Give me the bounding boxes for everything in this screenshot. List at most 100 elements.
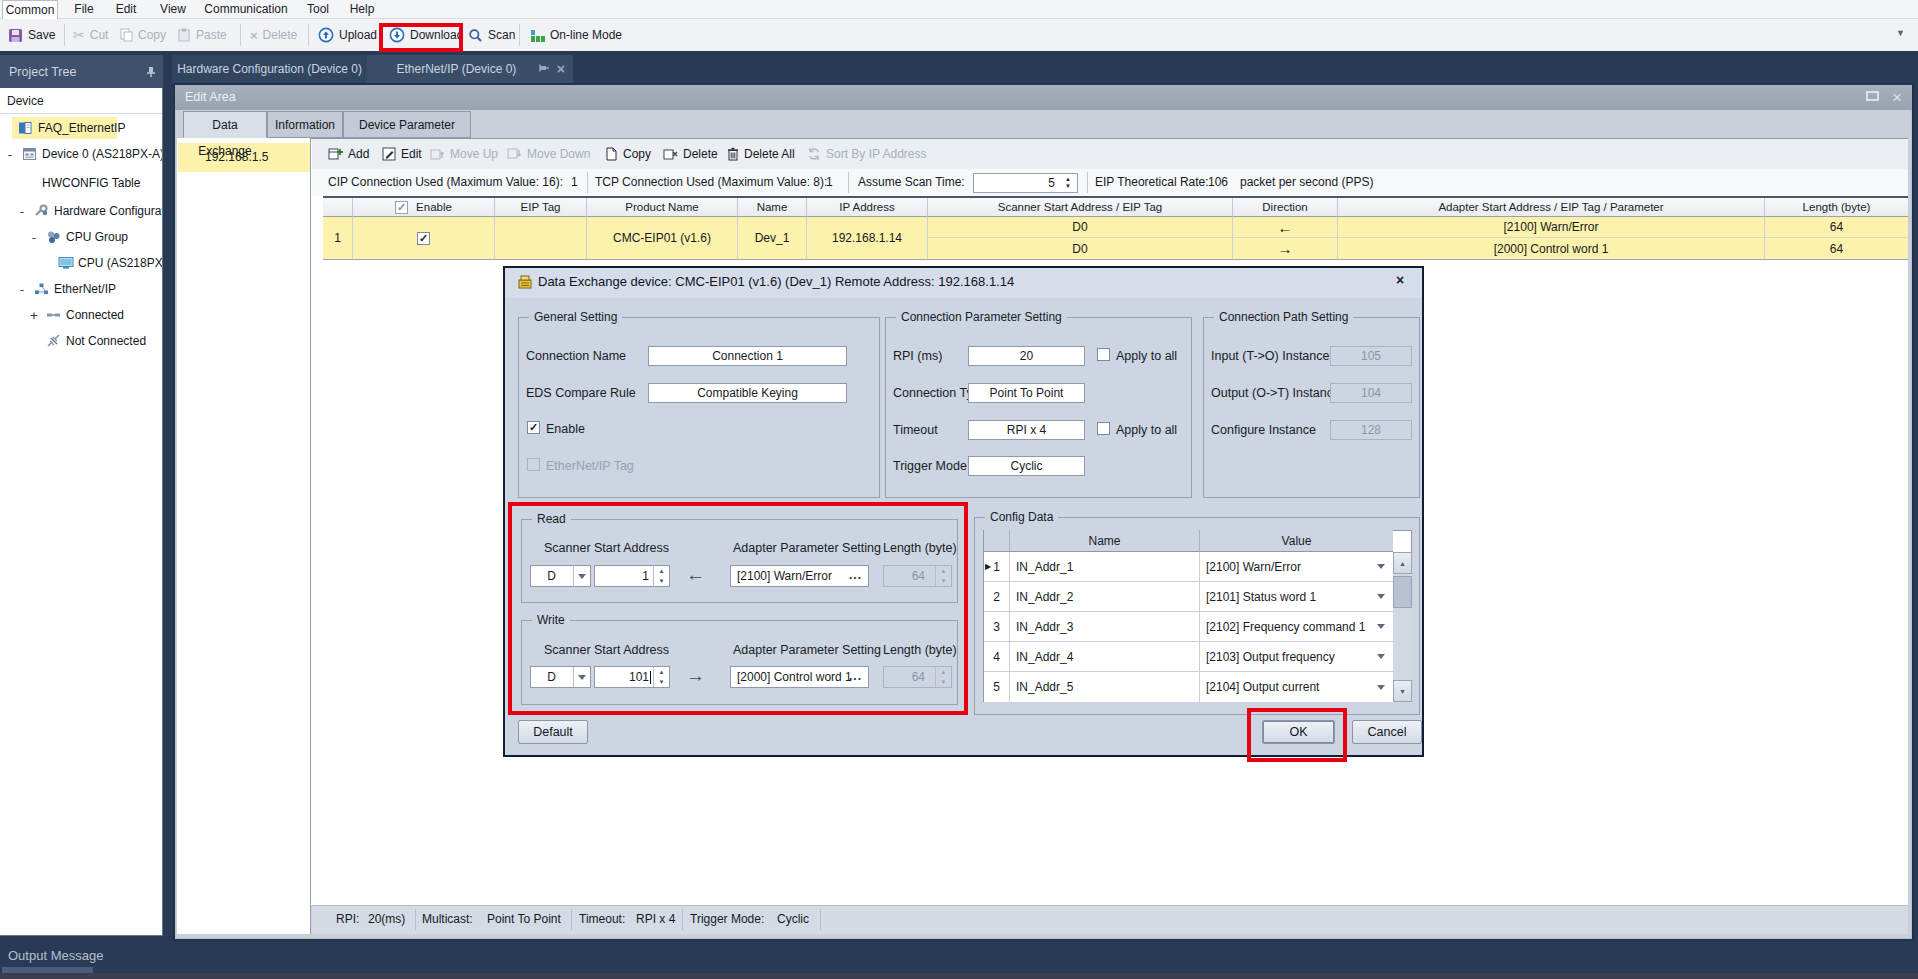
tab-ethernet-ip[interactable]: EtherNet/IP (Device 0) ×	[367, 55, 573, 83]
tree-item-hardware-configuration[interactable]: - Hardware Configuration	[0, 198, 162, 224]
online-mode-button[interactable]: On-line Mode	[530, 19, 622, 51]
menu-common[interactable]: Common	[2, 0, 58, 19]
menu-edit[interactable]: Edit	[108, 0, 144, 19]
scroll-up-icon[interactable]: ▲	[1393, 552, 1412, 574]
tree-item-cpu-group[interactable]: - CPU Group	[0, 224, 162, 250]
tree-item-hwconfig-table[interactable]: HWCONFIG Table	[0, 170, 162, 196]
dropdown-icon[interactable]	[1377, 594, 1385, 599]
default-button[interactable]: Default	[518, 720, 588, 744]
cancel-button[interactable]: Cancel	[1352, 720, 1422, 744]
tree-root-device[interactable]: Device	[0, 88, 162, 114]
pin-icon[interactable]	[146, 66, 157, 78]
wrench-icon	[34, 204, 49, 218]
collapse-icon[interactable]: -	[6, 147, 14, 162]
scroll-thumb[interactable]	[1393, 576, 1412, 608]
tree-item-faq-ethernetip[interactable]: FAQ_EthernetIP	[0, 115, 162, 141]
menu-communication[interactable]: Communication	[202, 0, 290, 19]
length-read-cell: 64	[1765, 217, 1908, 238]
close-icon[interactable]: ×	[1892, 85, 1902, 110]
row-marker-icon: ▶	[985, 562, 991, 571]
header-checkbox[interactable]: ✓	[395, 201, 408, 214]
menu-view[interactable]: View	[152, 0, 194, 19]
cut-button[interactable]: ✂ Cut	[73, 19, 108, 51]
tab-data-exchange[interactable]: Data Exchange	[183, 111, 267, 138]
config-value-cell[interactable]: [2104] Output current	[1200, 672, 1393, 702]
close-tab-icon[interactable]: ×	[557, 61, 565, 77]
output-message-label[interactable]: Output Message	[8, 948, 103, 963]
config-value-cell[interactable]: [2102] Frequency command 1	[1200, 612, 1393, 642]
paste-button[interactable]: Paste	[177, 19, 227, 51]
upload-button[interactable]: Upload	[318, 19, 377, 51]
timeout-label: Timeout	[893, 423, 938, 437]
rpi-apply-to-all-checkbox[interactable]	[1097, 348, 1110, 361]
assume-scan-time-input[interactable]: 5 ▲▼	[973, 173, 1078, 193]
config-name-cell[interactable]: IN_Addr_3	[1010, 612, 1200, 642]
trigger-mode-input[interactable]: Cyclic	[968, 456, 1085, 476]
delete-button[interactable]: × Delete	[250, 19, 297, 51]
tree-item-not-connected[interactable]: Not Connected	[0, 328, 162, 354]
ribbon-collapse-icon[interactable]: ▼	[1896, 28, 1905, 38]
tab-device-parameter[interactable]: Device Parameter	[343, 111, 471, 138]
project-tree-panel: Device FAQ_EthernetIP - Device 0 (AS218P…	[0, 88, 163, 936]
dropdown-icon[interactable]	[1377, 564, 1385, 569]
copy-row-button[interactable]: Copy	[605, 139, 651, 169]
pin-icon[interactable]	[538, 63, 550, 75]
separator	[848, 172, 849, 193]
move-up-button[interactable]: Move Up	[430, 139, 498, 169]
collapse-icon[interactable]: -	[18, 204, 26, 219]
ethernet-ip-tag-checkbox[interactable]	[527, 458, 540, 471]
dropdown-icon[interactable]	[1377, 685, 1385, 690]
right-arrow-icon: →	[1278, 240, 1293, 257]
config-name-cell[interactable]: IN_Addr_4	[1010, 642, 1200, 672]
config-header-rownum	[984, 530, 1010, 552]
tree-item-ethernet-ip[interactable]: - EtherNet/IP	[0, 276, 162, 302]
menu-tool[interactable]: Tool	[298, 0, 338, 19]
annotation-ok	[1247, 708, 1347, 762]
edit-button[interactable]: Edit	[382, 139, 422, 169]
status-timeout-label: Timeout:	[579, 905, 625, 934]
config-value-cell[interactable]: [2100] Warn/Error	[1200, 552, 1393, 582]
delete-all-button[interactable]: Delete All	[727, 139, 795, 169]
dialog-close-icon[interactable]: ×	[1396, 272, 1404, 288]
config-rownum: 2	[984, 582, 1010, 612]
move-down-button[interactable]: Move Down	[507, 139, 590, 169]
config-value-cell[interactable]: [2103] Output frequency	[1200, 642, 1393, 672]
config-value-cell[interactable]: [2101] Status word 1	[1200, 582, 1393, 612]
rpi-input[interactable]: 20	[968, 346, 1085, 366]
connection-name-input[interactable]: Connection 1	[648, 346, 847, 366]
collapse-icon[interactable]: -	[18, 282, 26, 297]
tab-information[interactable]: Information	[267, 111, 343, 138]
eds-compare-rule-input[interactable]: Compatible Keying	[648, 383, 847, 403]
dropdown-icon[interactable]	[1377, 624, 1385, 629]
enable-checkbox[interactable]: ✓	[527, 421, 540, 434]
tree-item-cpu[interactable]: CPU (AS218PX	[0, 250, 162, 276]
tab-hardware-configuration[interactable]: Hardware Configuration (Device 0)	[172, 55, 367, 83]
save-button[interactable]: Save	[8, 19, 55, 51]
restore-icon[interactable]	[1866, 91, 1879, 101]
timeout-apply-to-all-label: Apply to all	[1116, 423, 1177, 437]
spinner-icon[interactable]: ▲▼	[1061, 175, 1075, 191]
connection-type-input[interactable]: Point To Point	[968, 383, 1085, 403]
cut-icon: ✂	[73, 27, 85, 43]
expand-icon[interactable]: +	[30, 308, 38, 323]
menu-file[interactable]: File	[66, 0, 102, 19]
collapse-icon[interactable]: -	[30, 230, 38, 245]
eip-rate-value: 106	[1208, 169, 1228, 196]
scroll-down-icon[interactable]: ▼	[1393, 680, 1412, 702]
timeout-apply-to-all-checkbox[interactable]	[1097, 422, 1110, 435]
tree-item-device0[interactable]: - Device 0 (AS218PX-A)	[0, 141, 162, 167]
menu-help[interactable]: Help	[342, 0, 382, 19]
copy-button[interactable]: Copy	[119, 19, 166, 51]
enable-cell[interactable]: ✓	[353, 217, 495, 259]
config-name-cell[interactable]: IN_Addr_5	[1010, 672, 1200, 702]
upload-icon	[318, 27, 334, 43]
timeout-input[interactable]: RPI x 4	[968, 420, 1085, 440]
scan-button[interactable]: Scan	[468, 19, 515, 51]
delete-row-button[interactable]: Delete	[663, 139, 718, 169]
sort-by-ip-button[interactable]: Sort By IP Address	[807, 139, 927, 169]
tree-item-connected[interactable]: + Connected	[0, 302, 162, 328]
add-button[interactable]: Add	[328, 139, 369, 169]
dropdown-icon[interactable]	[1377, 654, 1385, 659]
config-name-cell[interactable]: IN_Addr_1	[1010, 552, 1200, 582]
config-name-cell[interactable]: IN_Addr_2	[1010, 582, 1200, 612]
